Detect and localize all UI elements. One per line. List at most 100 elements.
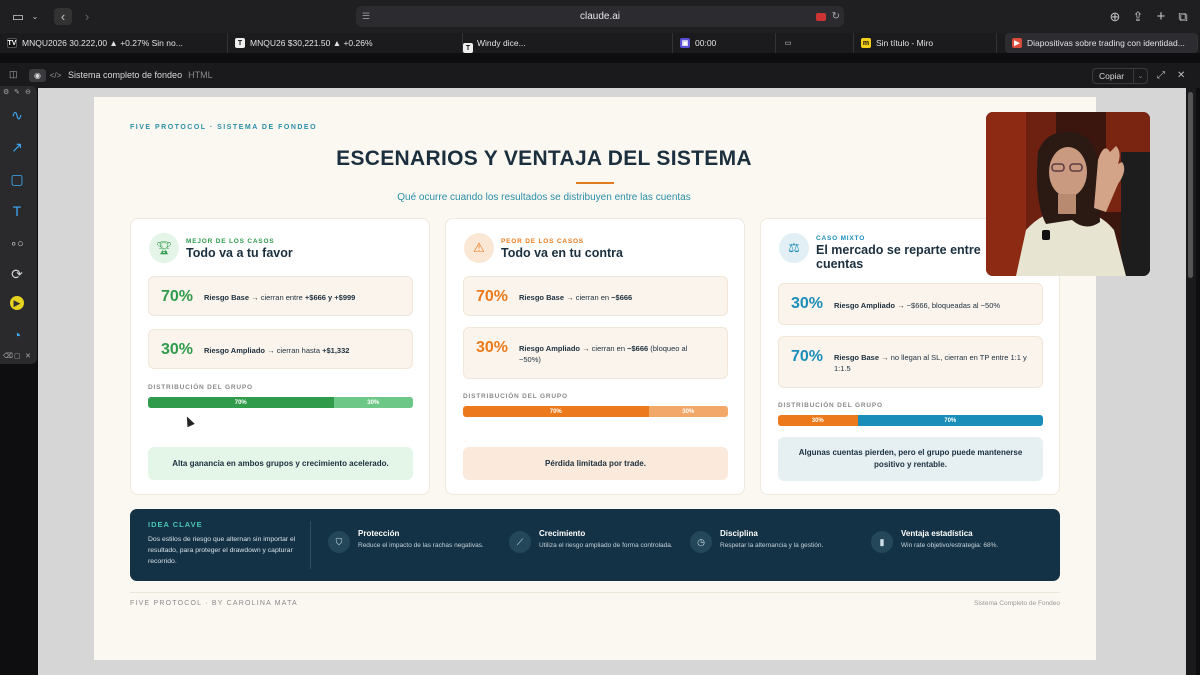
divider bbox=[310, 521, 311, 569]
chevron-down-icon[interactable]: ⌄ bbox=[30, 8, 40, 25]
scenario-row: 30% Riesgo Ampliado → cierran hasta +$1,… bbox=[148, 329, 413, 369]
new-tab-icon[interactable]: + bbox=[1153, 8, 1169, 25]
timer-app-icon: ▣ bbox=[680, 38, 690, 48]
arrow-tool-icon[interactable]: ↗ bbox=[6, 136, 28, 158]
page-title: ESCENARIOS Y VENTAJA DEL SISTEMA bbox=[336, 147, 752, 170]
scale-icon: ⚖ bbox=[779, 233, 809, 263]
distribution-bar: 30% 70% bbox=[778, 415, 1043, 426]
shapes-tool-icon[interactable]: ∘○ bbox=[6, 232, 28, 254]
page-subtitle: Qué ocurre cuando los resultados se dist… bbox=[397, 192, 691, 203]
tab-label: Sin título - Miro bbox=[876, 38, 934, 48]
key-item-title: Disciplina bbox=[720, 529, 758, 538]
annotation-toolbar: ⚙ ✎ ⊖ ∿ ↗ ▢ T ∘○ ⟳ ▶ ◔ ⌫ ▢ ✕ bbox=[0, 86, 37, 364]
timer-tool-icon[interactable]: ◔ bbox=[6, 324, 28, 346]
footer-credit: FIVE PROTOCOL · BY CAROLINA MATA bbox=[130, 600, 298, 607]
address-bar[interactable]: ☰ claude.ai ↻ bbox=[356, 6, 844, 27]
risk-name: Riesgo Base bbox=[519, 293, 565, 302]
bar-chart-icon: ▮ bbox=[871, 531, 893, 553]
key-item-disciplina: ◷ Disciplina Respetar la alternancia y l… bbox=[690, 525, 860, 565]
highlighter-tool-icon[interactable]: ▶ bbox=[6, 292, 28, 314]
rectangle-tool-icon[interactable]: ▢ bbox=[6, 168, 28, 190]
panel-toggle-icon[interactable]: ◫ bbox=[9, 69, 18, 80]
row-text: → cierran en bbox=[579, 344, 628, 353]
row-percent: 30% bbox=[476, 339, 509, 356]
link-icon[interactable]: ✎ bbox=[14, 88, 20, 96]
tab-blank[interactable]: ▭ bbox=[776, 33, 854, 53]
row-description: Riesgo Ampliado → cierran en −$666 (bloq… bbox=[519, 343, 709, 365]
distribution-label: DISTRIBUCIÓN DEL GRUPO bbox=[463, 393, 568, 400]
tab-windy[interactable]: T Windy dice... bbox=[463, 33, 673, 53]
row-amount: −$666 bbox=[627, 344, 649, 353]
artifact-name: Sistema completo de fondeo bbox=[68, 70, 183, 80]
tab-label: Diapositivas sobre trading con identidad… bbox=[1027, 38, 1185, 48]
row-text: → −$666, bloqueadas al −50% bbox=[894, 301, 1001, 310]
distribution-segment: 30% bbox=[333, 397, 413, 408]
tab-tradingview-1[interactable]: TV MNQU2026 30.222,00 ▲ +0.27% Sin no... bbox=[0, 33, 228, 53]
chevron-down-icon[interactable]: ⌄ bbox=[1133, 69, 1147, 83]
distribution-segment: 70% bbox=[463, 406, 649, 417]
copy-label: Copiar bbox=[1099, 71, 1125, 81]
minus-icon[interactable]: ⊖ bbox=[25, 88, 31, 96]
webcam-overlay bbox=[986, 112, 1150, 276]
tab-timer[interactable]: ▣ 00:00 bbox=[673, 33, 776, 53]
text-icon: T bbox=[463, 43, 473, 53]
scrollbar[interactable] bbox=[1186, 88, 1196, 675]
pen-tool-icon[interactable]: ∿ bbox=[6, 104, 28, 126]
browser-toolbar: ▭ ⌄ ‹ › ☰ claude.ai ↻ ⊕ ⇪ + ⧉ bbox=[0, 0, 1200, 33]
page-icon: ▭ bbox=[784, 40, 792, 47]
scrollbar-thumb[interactable] bbox=[1188, 92, 1193, 278]
tab-label: Windy dice... bbox=[477, 38, 526, 48]
row-amount: −$666 bbox=[611, 293, 633, 302]
forward-button[interactable]: › bbox=[78, 8, 96, 25]
preview-toggle-icon[interactable]: ◉ bbox=[29, 69, 46, 82]
scenario-row: 70% Riesgo Base → cierran en −$666 bbox=[463, 276, 728, 316]
growth-icon: ⟋ bbox=[509, 531, 531, 553]
clock-icon: ◷ bbox=[690, 531, 712, 553]
reload-icon[interactable]: ↻ bbox=[832, 11, 840, 22]
sidebar-toggle-icon[interactable]: ▭ bbox=[10, 8, 26, 25]
close-icon[interactable]: ✕ bbox=[1177, 70, 1185, 81]
brand-label: FIVE PROTOCOL · SISTEMA DE FONDEO bbox=[130, 124, 318, 131]
card-title: Todo va a tu favor bbox=[186, 246, 293, 260]
distribution-segment: 30% bbox=[648, 406, 728, 417]
tab-label: MNQU26 $30,221.50 ▲ +0.26% bbox=[250, 38, 373, 48]
copy-button[interactable]: Copiar ⌄ bbox=[1092, 68, 1148, 84]
share-icon[interactable]: ⇪ bbox=[1130, 8, 1146, 25]
back-button[interactable]: ‹ bbox=[54, 8, 72, 25]
key-item-title: Ventaja estadística bbox=[901, 529, 973, 538]
distribution-segment: 70% bbox=[857, 415, 1043, 426]
risk-name: Riesgo Ampliado bbox=[204, 346, 265, 355]
download-icon[interactable]: ⊕ bbox=[1107, 8, 1123, 25]
square-icon[interactable]: ▢ bbox=[14, 352, 21, 360]
key-idea-title: IDEA CLAVE bbox=[148, 520, 203, 529]
key-item-desc: Utiliza el riesgo ampliado de forma cont… bbox=[539, 542, 673, 549]
card-title: El mercado se reparte entre cuentas bbox=[816, 243, 981, 271]
collapse-icon[interactable]: ✕ bbox=[25, 352, 31, 360]
tab-overview-icon[interactable]: ⧉ bbox=[1175, 8, 1191, 25]
scenario-row: 30% Riesgo Ampliado → cierran en −$666 (… bbox=[463, 327, 728, 379]
warning-icon: ⚠ bbox=[464, 233, 494, 263]
slide: FIVE PROTOCOL · SISTEMA DE FONDEO ESCENA… bbox=[94, 97, 1096, 660]
rotate-tool-icon[interactable]: ⟳ bbox=[6, 263, 28, 285]
tab-diapositivas[interactable]: ▶ Diapositivas sobre trading con identida… bbox=[1005, 33, 1198, 53]
key-item-desc: Reduce el impacto de las rachas negativa… bbox=[358, 542, 484, 549]
row-text: → cierran en bbox=[564, 293, 612, 302]
presenter-video bbox=[986, 112, 1150, 276]
footer-caption: Sistema Completo de Fondeo bbox=[974, 600, 1060, 607]
trash-icon[interactable]: ⌫ bbox=[3, 352, 13, 360]
code-toggle-icon[interactable]: </> bbox=[49, 69, 62, 82]
text-tool-icon[interactable]: T bbox=[6, 200, 28, 222]
scenario-card-worst: ⚠ PEOR DE LOS CASOS Todo va en tu contra… bbox=[445, 218, 745, 495]
risk-name: Riesgo Base bbox=[834, 353, 880, 362]
distribution-label: DISTRIBUCIÓN DEL GRUPO bbox=[778, 402, 883, 409]
card-title: Todo va en tu contra bbox=[501, 246, 623, 260]
footer-divider bbox=[130, 592, 1060, 593]
tab-label: MNQU2026 30.222,00 ▲ +0.27% Sin no... bbox=[22, 38, 183, 48]
settings-icon[interactable]: ⚙ bbox=[3, 88, 9, 96]
page-info-icon[interactable]: ☰ bbox=[362, 11, 370, 22]
tab-miro[interactable]: m Sin título - Miro bbox=[854, 33, 997, 53]
claude-icon: ▶ bbox=[1012, 38, 1022, 48]
row-description: Riesgo Base → cierran entre +$666 y +$99… bbox=[204, 292, 404, 303]
tab-tradingview-2[interactable]: T MNQU26 $30,221.50 ▲ +0.26% bbox=[228, 33, 463, 53]
expand-icon[interactable]: ⤢ bbox=[1157, 70, 1165, 81]
